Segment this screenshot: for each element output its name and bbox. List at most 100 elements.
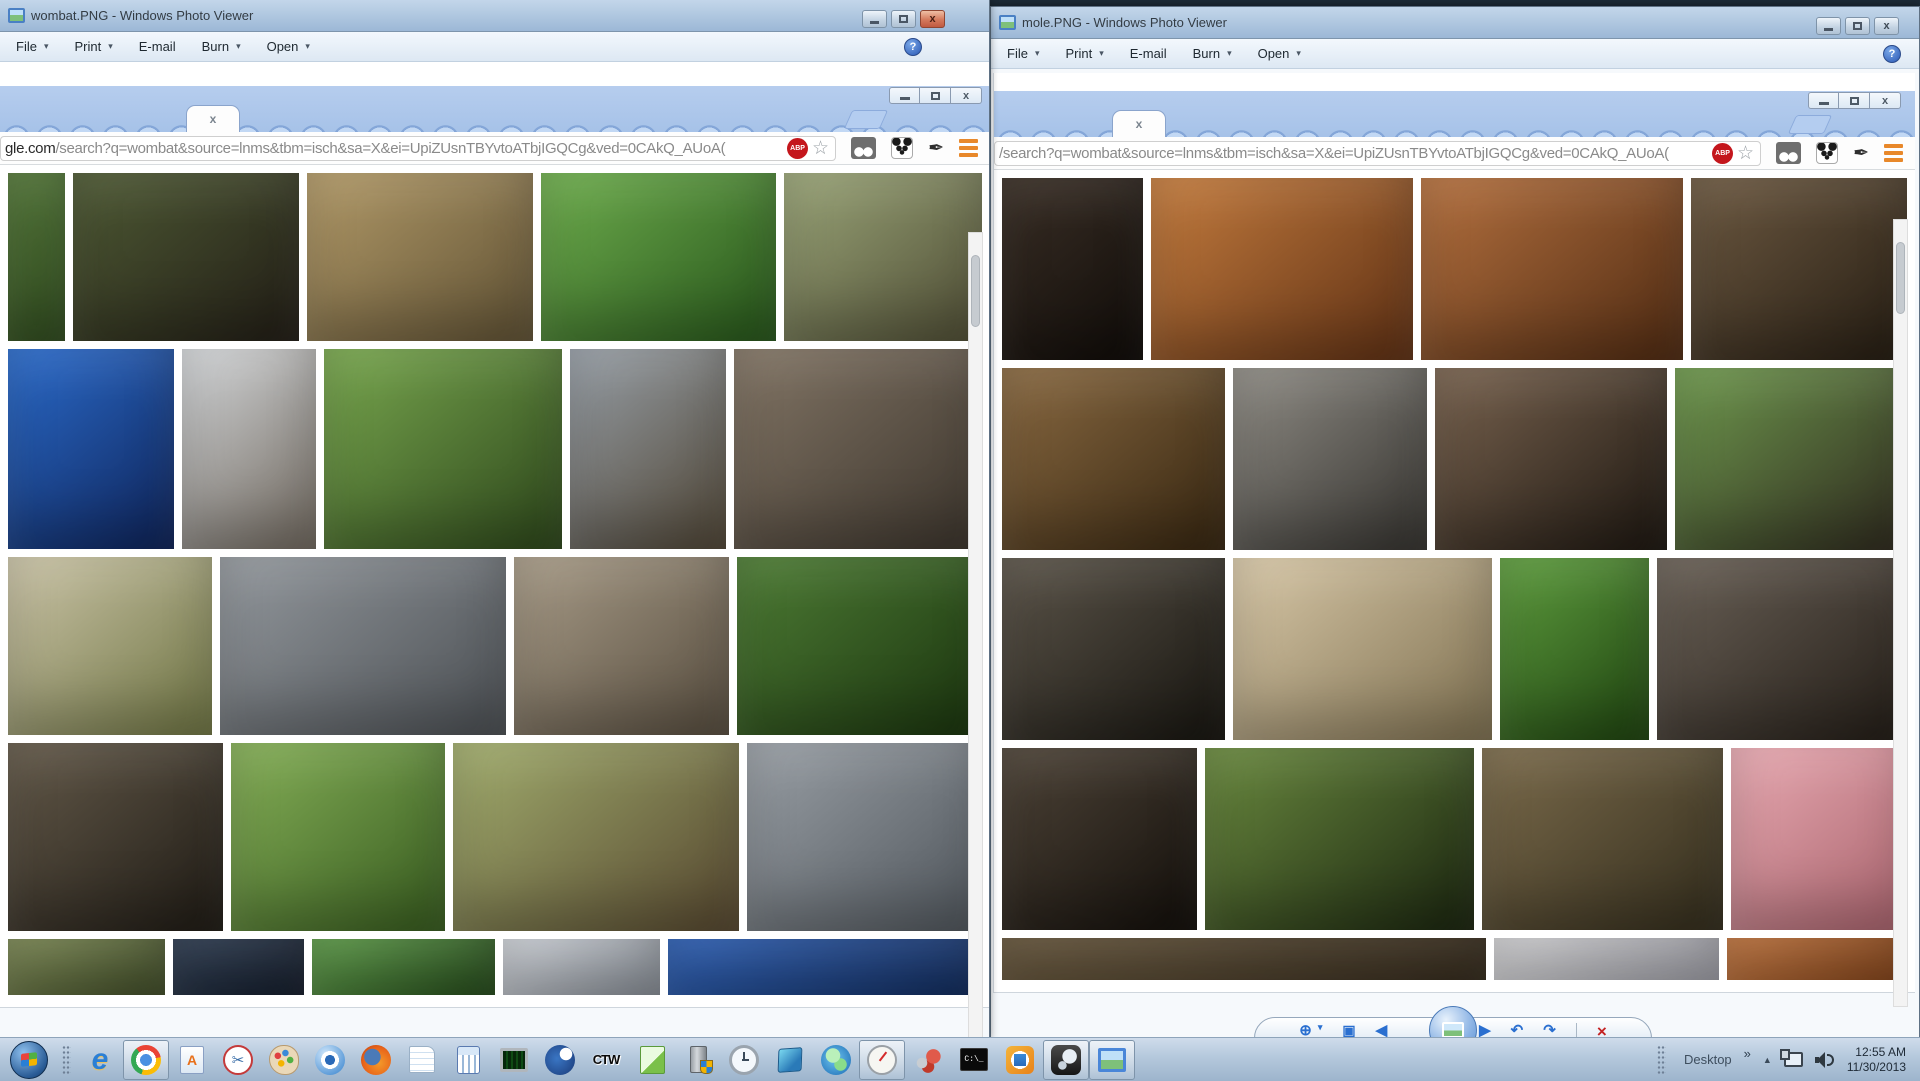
previous-button[interactable]: ◀ (1376, 1023, 1388, 1038)
image-row (8, 557, 982, 735)
wombat-titlebar[interactable]: wombat.PNG - Windows Photo Viewer x (0, 0, 989, 32)
desktop: wombat.PNG - Windows Photo Viewer x File… (0, 0, 1920, 1081)
address-bar: /search?q=wombat&source=lnms&tbm=isch&sa… (994, 141, 1761, 166)
photo-tile (1002, 178, 1143, 360)
internet-explorer-taskbar-button[interactable]: e (77, 1040, 123, 1080)
image-row (1002, 178, 1907, 360)
url-text: gle.com/search?q=wombat&source=lnms&tbm=… (5, 140, 783, 157)
menu-file[interactable]: File▾ (16, 39, 48, 54)
minimize-button[interactable] (862, 10, 887, 28)
photo-tile (1494, 938, 1719, 980)
photo-tile (1002, 558, 1225, 740)
adblock-icon: ABP (1712, 143, 1733, 164)
task-scheduler-taskbar-button[interactable] (721, 1040, 767, 1080)
actual-size-icon[interactable]: ▣ (1342, 1023, 1355, 1037)
photo-tile (231, 743, 446, 931)
photo-tile (1691, 178, 1907, 360)
mole-image-grid (994, 170, 1915, 992)
next-button[interactable]: ▶ (1479, 1023, 1491, 1038)
photo-tile (1151, 178, 1413, 360)
photo-tile (1002, 748, 1197, 930)
wombat-window-title: wombat.PNG - Windows Photo Viewer (31, 8, 253, 23)
image-row (1002, 748, 1907, 930)
menu-open[interactable]: Open▾ (1258, 46, 1301, 61)
vmware-icon (1006, 1046, 1034, 1074)
molecule-app-icon (913, 1045, 943, 1075)
wordpad-taskbar-button[interactable]: A (169, 1040, 215, 1080)
menu-e-mail[interactable]: E-mail (1130, 46, 1167, 61)
photo-tile (8, 743, 223, 931)
menu-open[interactable]: Open▾ (267, 39, 310, 54)
toolbar-chevron-icon[interactable]: » (1744, 1046, 1751, 1061)
tray-clock[interactable]: 12:55 AM 11/30/2013 (1847, 1045, 1906, 1075)
menu-burn[interactable]: Burn▾ (202, 39, 241, 54)
paint-taskbar-button[interactable] (261, 1040, 307, 1080)
photo-tile (8, 349, 174, 549)
menu-print[interactable]: Print▾ (1065, 46, 1103, 61)
photo-tile (734, 349, 982, 549)
mole-titlebar[interactable]: mole.PNG - Windows Photo Viewer x (991, 7, 1919, 39)
close-button[interactable]: x (920, 10, 945, 28)
start-button[interactable] (10, 1041, 48, 1079)
system-tray: Desktop » ▲ 12:55 AM 11/30/2013 (1651, 1045, 1914, 1075)
firefox-taskbar-button[interactable] (353, 1040, 399, 1080)
steam-taskbar-button[interactable] (1043, 1040, 1089, 1080)
menu-print[interactable]: Print▾ (74, 39, 112, 54)
zoom-icon[interactable]: ⊕ (1299, 1023, 1312, 1038)
menu-file[interactable]: File▾ (1007, 46, 1039, 61)
menu-e-mail[interactable]: E-mail (139, 39, 176, 54)
maximize-icon (1839, 92, 1870, 109)
show-hidden-icons-button[interactable]: ▲ (1763, 1055, 1772, 1065)
snipping-tool-taskbar-button[interactable]: ✂ (215, 1040, 261, 1080)
dropdown-arrow-icon: ▾ (305, 41, 310, 52)
restore-button[interactable] (1845, 17, 1870, 35)
mole-window-title: mole.PNG - Windows Photo Viewer (1022, 15, 1227, 30)
ctw-app-taskbar-button[interactable]: CTW (583, 1040, 629, 1080)
help-button[interactable]: ? (1883, 45, 1901, 63)
device-manager-taskbar-button[interactable] (675, 1040, 721, 1080)
menu-burn[interactable]: Burn▾ (1193, 46, 1232, 61)
chrome-taskbar-button[interactable] (123, 1040, 169, 1080)
calculator-taskbar-button[interactable] (445, 1040, 491, 1080)
snipping-tool-icon: ✂ (223, 1045, 253, 1075)
secure-cube-app-taskbar-button[interactable] (767, 1040, 813, 1080)
maximize-icon (920, 87, 951, 104)
system-monitor-taskbar-button[interactable] (491, 1040, 537, 1080)
network-globe-app-taskbar-button[interactable] (813, 1040, 859, 1080)
browser-active-tab: x (1112, 110, 1166, 137)
extension-panda-icon (1816, 142, 1838, 164)
command-prompt-taskbar-button[interactable]: C:\_ (951, 1040, 997, 1080)
thunderbird-icon (545, 1045, 575, 1075)
photo-tile (173, 939, 304, 995)
network-globe-app-icon (821, 1045, 851, 1075)
photo-tile (182, 349, 317, 549)
tray-date: 11/30/2013 (1847, 1060, 1906, 1075)
thunderbird-taskbar-button[interactable] (537, 1040, 583, 1080)
tab-close-icon: x (210, 112, 217, 126)
windows-photo-viewer-taskbar-button[interactable] (1089, 1040, 1135, 1080)
calculator-icon (457, 1046, 480, 1074)
gauge-app-taskbar-button[interactable] (859, 1040, 905, 1080)
rotate-left-button[interactable]: ↶ (1511, 1023, 1524, 1038)
image-row (1002, 368, 1907, 550)
photo-tile (1435, 368, 1667, 550)
volume-icon[interactable] (1815, 1052, 1835, 1068)
close-button[interactable]: x (1874, 17, 1899, 35)
notepad-plus-plus-taskbar-button[interactable] (629, 1040, 675, 1080)
minimize-button[interactable] (1816, 17, 1841, 35)
network-icon[interactable] (1784, 1052, 1803, 1067)
desktop-toolbar-label[interactable]: Desktop (1684, 1052, 1732, 1067)
taskbar-separator (62, 1045, 71, 1075)
zoom-dropdown-icon[interactable]: ▾ (1318, 1023, 1323, 1032)
vmware-taskbar-button[interactable] (997, 1040, 1043, 1080)
notepad-taskbar-button[interactable] (399, 1040, 445, 1080)
wombat-viewer-content: x x gle.com/search?q=wombat&source=lnms&… (0, 62, 989, 1038)
task-scheduler-icon (729, 1045, 759, 1075)
image-row (8, 349, 982, 549)
restore-button[interactable] (891, 10, 916, 28)
chromium-taskbar-button[interactable] (307, 1040, 353, 1080)
molecule-app-taskbar-button[interactable] (905, 1040, 951, 1080)
windows-logo-icon (21, 1052, 37, 1067)
help-button[interactable]: ? (904, 38, 922, 56)
rotate-right-button[interactable]: ↷ (1543, 1023, 1556, 1038)
